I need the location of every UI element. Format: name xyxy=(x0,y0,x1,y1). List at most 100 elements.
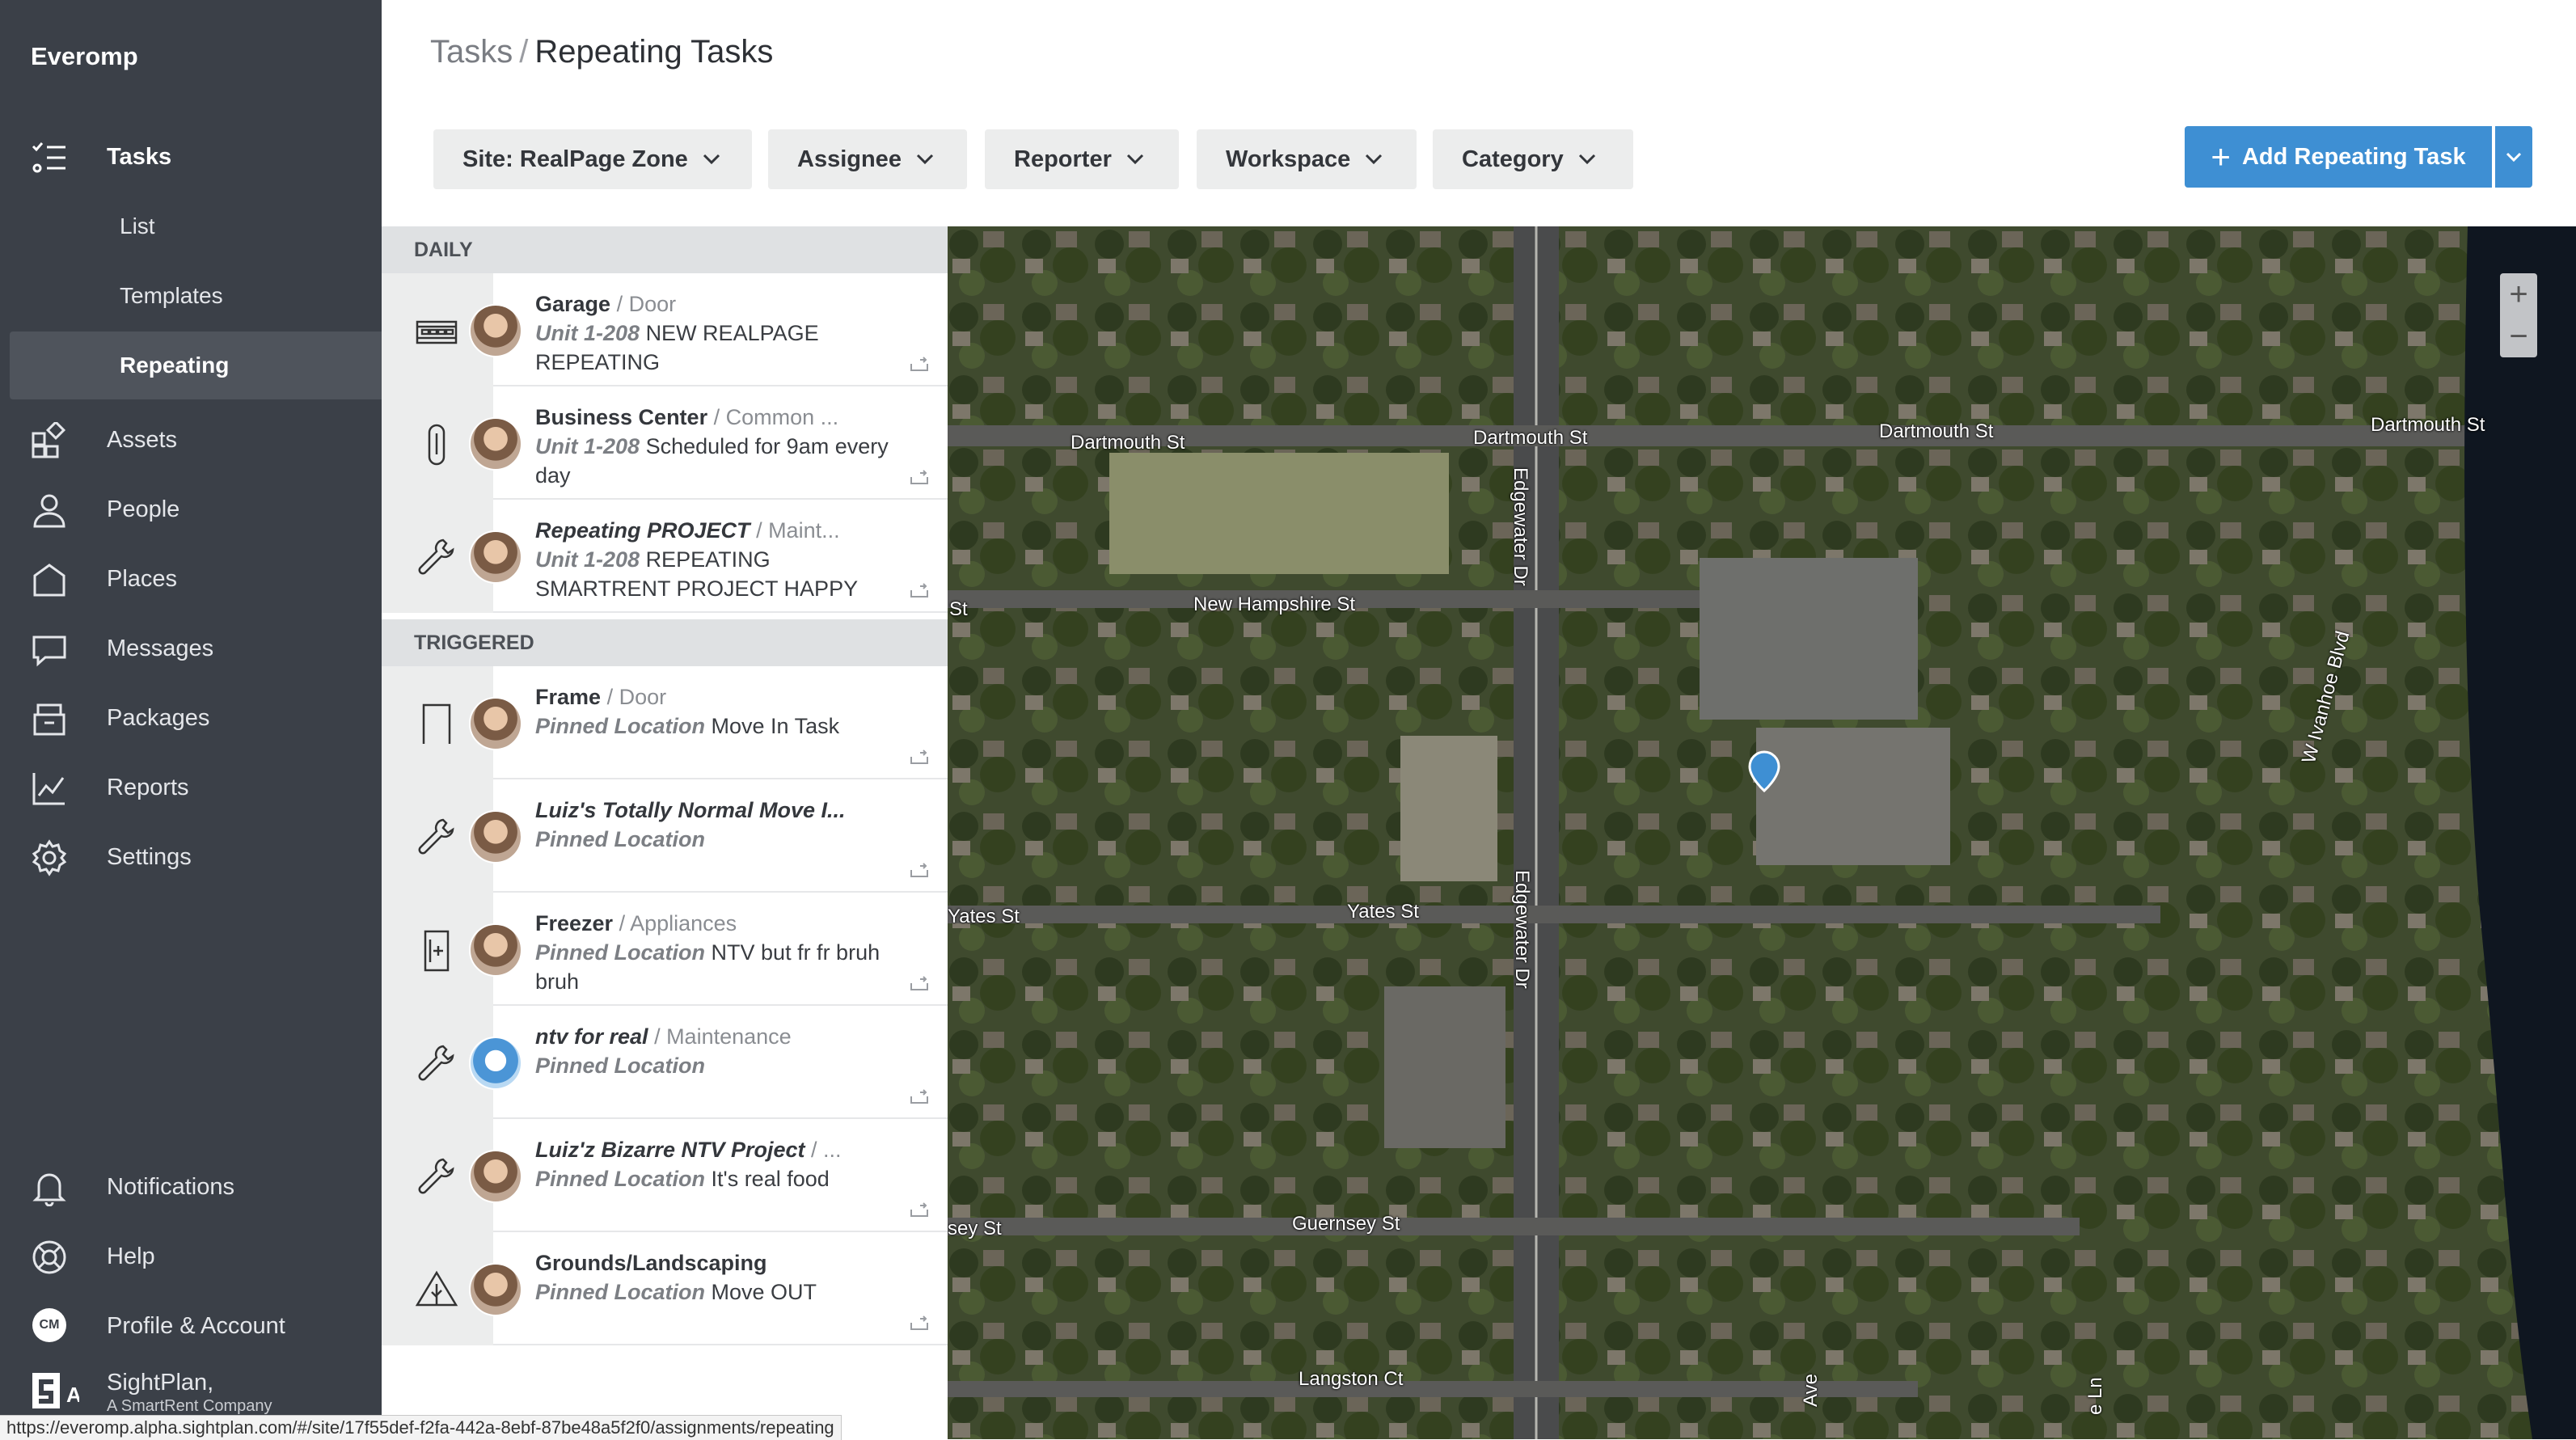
home-icon xyxy=(33,564,65,597)
satellite-map[interactable]: Dartmouth St Dartmouth St Dartmouth St D… xyxy=(948,226,2576,1439)
zoom-in-button[interactable]: + xyxy=(2500,273,2537,315)
site-filter-dropdown[interactable]: Site: RealPage Zone xyxy=(433,129,752,189)
workspace-filter-label: Workspace xyxy=(1226,146,1351,172)
nav-packages-label: Packages xyxy=(107,704,210,731)
task-category: / Maint... xyxy=(756,518,840,543)
page-title: Repeating Tasks xyxy=(534,34,774,70)
nav-profile[interactable]: CM Profile & Account xyxy=(0,1292,382,1360)
assignee-filter-label: Assignee xyxy=(797,146,902,172)
chevron-down-icon xyxy=(1578,154,1595,165)
task-location: Unit 1-208 xyxy=(535,434,640,458)
nav-assets[interactable]: Assets xyxy=(0,406,382,474)
street-label: Yates St xyxy=(948,906,1020,927)
company-subtitle: A SmartRent Company xyxy=(107,1397,272,1415)
nav-tasks-repeating-label: Repeating xyxy=(120,353,230,378)
wrench-icon xyxy=(418,818,454,855)
task-row[interactable]: Freezer / Appliances Pinned Location NTV… xyxy=(382,893,948,1006)
task-text: Luiz'z Bizarre NTV Project / ... Pinned … xyxy=(535,1135,899,1193)
breadcrumb-tasks-link[interactable]: Tasks xyxy=(430,34,513,70)
add-task-options-button[interactable] xyxy=(2495,126,2532,188)
task-text: ntv for real / Maintenance Pinned Locati… xyxy=(535,1022,899,1080)
task-title: Luiz'z Bizarre NTV Project xyxy=(535,1138,805,1162)
task-location: Unit 1-208 xyxy=(535,321,640,345)
assignee-avatar xyxy=(469,923,522,977)
assignee-avatar xyxy=(469,1037,522,1090)
chevron-down-icon xyxy=(916,154,934,165)
garage-icon xyxy=(416,320,458,344)
repeat-icon xyxy=(910,470,928,484)
sidebar: Everomp Tasks List Templates Repeating A… xyxy=(0,0,382,1439)
street-label: Dartmouth St xyxy=(1879,420,1994,442)
add-repeating-task-button[interactable]: + Add Repeating Task xyxy=(2185,126,2492,188)
nav-tasks-list[interactable]: List xyxy=(10,192,382,260)
breadcrumb: Tasks / Repeating Tasks xyxy=(430,34,773,70)
gear-icon xyxy=(32,839,67,876)
door-icon xyxy=(422,703,451,744)
street-label: Dartmouth St xyxy=(1071,432,1185,454)
task-title: Frame xyxy=(535,685,602,709)
task-title: Business Center xyxy=(535,405,708,429)
task-category: / Appliances xyxy=(619,911,737,935)
task-row[interactable]: ntv for real / Maintenance Pinned Locati… xyxy=(382,1006,948,1119)
map-zoom-control: + − xyxy=(2500,273,2537,357)
nav-messages-label: Messages xyxy=(107,635,214,661)
task-title: ntv for real xyxy=(535,1024,648,1049)
nav-notifications-label: Notifications xyxy=(107,1173,234,1200)
help-icon xyxy=(32,1240,66,1274)
task-location: Pinned Location xyxy=(535,1167,706,1191)
row-divider xyxy=(493,611,948,613)
task-location: Pinned Location xyxy=(535,1280,706,1304)
nav-tasks-templates[interactable]: Templates xyxy=(10,262,382,330)
zoom-out-button[interactable]: − xyxy=(2500,315,2537,357)
street-label: Edgewater Dr xyxy=(1511,870,1533,989)
assignee-filter-dropdown[interactable]: Assignee xyxy=(768,129,967,189)
street-label: Guernsey St xyxy=(1292,1213,1400,1235)
nav-messages[interactable]: Messages xyxy=(0,614,382,682)
breadcrumb-separator: / xyxy=(519,34,529,70)
task-row[interactable]: Luiz's Totally Normal Move I... Pinned L… xyxy=(382,779,948,893)
task-text: Repeating PROJECT / Maint... Unit 1-208 … xyxy=(535,516,899,603)
street-label: Yates St xyxy=(1347,901,1419,923)
task-row[interactable]: Luiz'z Bizarre NTV Project / ... Pinned … xyxy=(382,1119,948,1232)
repeat-icon xyxy=(910,1089,928,1104)
map-imagery xyxy=(948,226,2576,1439)
task-row[interactable]: Grounds/Landscaping Pinned Location Move… xyxy=(382,1232,948,1345)
task-title: Grounds/Landscaping xyxy=(535,1251,767,1275)
repeat-icon xyxy=(910,750,928,764)
task-location: Pinned Location xyxy=(535,1054,706,1078)
task-category: / Maintenance xyxy=(654,1024,792,1049)
workspace-filter-dropdown[interactable]: Workspace xyxy=(1197,129,1417,189)
assignee-avatar xyxy=(469,1263,522,1316)
nav-people[interactable]: People xyxy=(0,475,382,543)
task-row[interactable]: Garage / Door Unit 1-208 NEW REALPAGE RE… xyxy=(382,273,948,386)
task-row[interactable]: Frame / Door Pinned Location Move In Tas… xyxy=(382,666,948,779)
street-label: Dartmouth St xyxy=(2371,414,2485,436)
task-category: / Door xyxy=(616,292,677,316)
task-row[interactable]: Repeating PROJECT / Maint... Unit 1-208 … xyxy=(382,500,948,613)
nav-tasks-repeating[interactable]: Repeating xyxy=(10,331,382,399)
task-title: Repeating PROJECT xyxy=(535,518,750,543)
reporter-filter-dropdown[interactable]: Reporter xyxy=(985,129,1179,189)
repeat-icon xyxy=(910,1202,928,1217)
street-label: New Hampshire St xyxy=(1193,593,1356,615)
chevron-down-icon xyxy=(2506,152,2522,162)
task-title: Luiz's Totally Normal Move I... xyxy=(535,798,846,822)
street-label: St xyxy=(949,598,968,620)
wrench-icon xyxy=(418,1045,454,1081)
task-location: Unit 1-208 xyxy=(535,547,640,572)
category-filter-dropdown[interactable]: Category xyxy=(1433,129,1633,189)
nav-settings[interactable]: Settings xyxy=(0,823,382,891)
nav-help[interactable]: Help xyxy=(0,1223,382,1290)
street-label: Ave xyxy=(1800,1374,1822,1407)
task-description: It's real food xyxy=(711,1167,830,1191)
nav-tasks[interactable]: Tasks xyxy=(0,123,382,191)
nav-packages[interactable]: Packages xyxy=(0,684,382,752)
task-row[interactable]: Business Center / Common ... Unit 1-208 … xyxy=(382,386,948,500)
assignee-avatar xyxy=(469,810,522,864)
nav-reports[interactable]: Reports xyxy=(0,754,382,821)
nav-notifications[interactable]: Notifications xyxy=(0,1153,382,1221)
plus-icon: + xyxy=(2211,137,2231,175)
nav-places[interactable]: Places xyxy=(0,545,382,613)
task-text: Freezer / Appliances Pinned Location NTV… xyxy=(535,909,899,996)
nav-tasks-label: Tasks xyxy=(107,143,172,170)
